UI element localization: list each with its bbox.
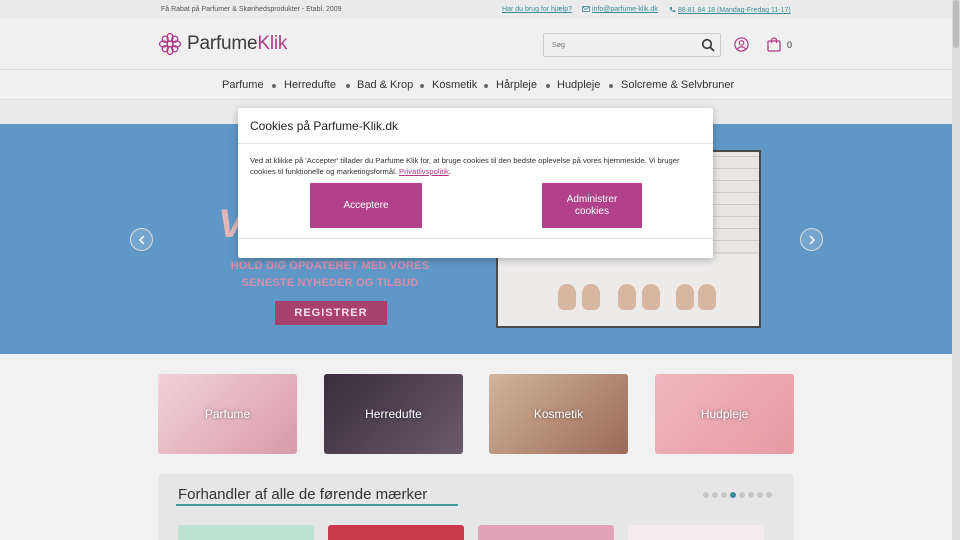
cookie-consent-dialog: Cookies på Parfume-Klik.dk Ved at klikke… [238, 108, 713, 258]
scrollbar-thumb[interactable] [953, 0, 959, 48]
modal-overlay [0, 0, 952, 540]
category-label: Kosmetik [533, 407, 584, 421]
divider [238, 238, 713, 239]
manage-cookies-button[interactable]: Administrer cookies [542, 183, 642, 228]
privacy-policy-link[interactable]: Privatlivspolitik [399, 167, 449, 176]
category-label: Parfume [204, 407, 251, 421]
divider [238, 143, 713, 144]
cookie-dialog-body: Ved at klikke på 'Accepter' tillader du … [250, 156, 680, 176]
category-label: Herredufte [365, 407, 422, 421]
category-label: Hudpleje [700, 407, 749, 421]
page-scrollbar[interactable] [952, 0, 960, 540]
cookie-dialog-title: Cookies på Parfume-Klik.dk [250, 119, 399, 133]
accept-cookies-button[interactable]: Acceptere [310, 183, 422, 228]
